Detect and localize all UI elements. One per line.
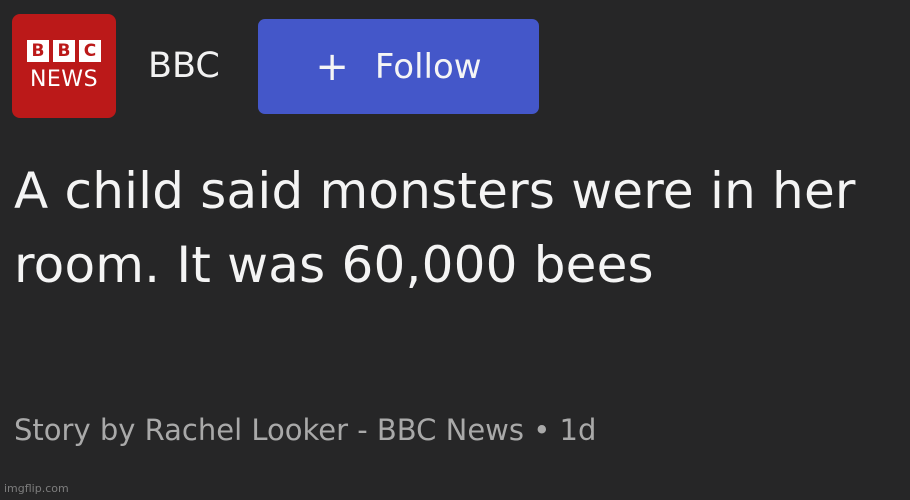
plus-icon: + [315,43,349,90]
bbc-news-logo[interactable]: B B C NEWS [12,14,116,118]
article-headline[interactable]: A child said monsters were in her room. … [14,154,894,302]
follow-button[interactable]: + Follow [258,19,539,114]
logo-letter-blocks: B B C [27,40,101,62]
publisher-name[interactable]: BBC [148,46,220,86]
logo-letter-b2: B [53,40,75,62]
logo-letter-b1: B [27,40,49,62]
article-byline: Story by Rachel Looker - BBC News • 1d [14,413,597,447]
publisher-header: B B C NEWS BBC [12,14,220,118]
imgflip-watermark: imgflip.com [4,482,69,495]
follow-button-label: Follow [374,46,482,87]
logo-news-label: NEWS [29,67,99,92]
logo-letter-c: C [79,40,101,62]
